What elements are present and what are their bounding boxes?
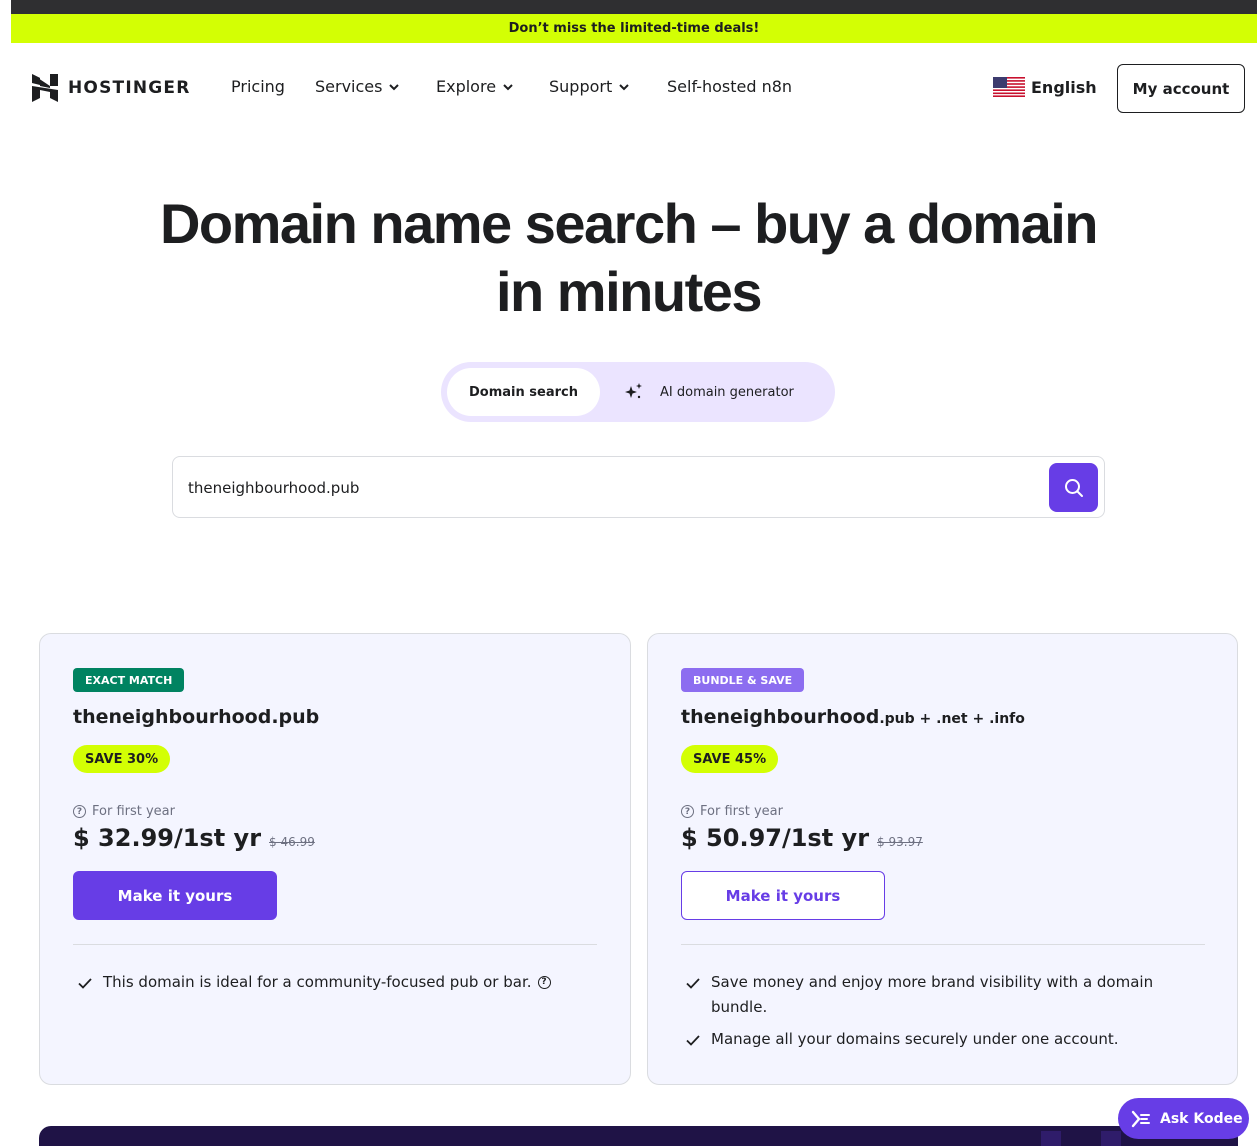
first-year-label: ? For first year [73, 804, 175, 819]
bundle-card: BUNDLE & SAVE theneighbourhood.pub + .ne… [647, 633, 1238, 1085]
kodee-assistant-icon [1131, 1110, 1150, 1127]
help-icon[interactable]: ? [537, 976, 551, 989]
nav-item-explore[interactable]: Explore [436, 77, 549, 96]
feature-text: Save money and enjoy more brand visibili… [711, 970, 1153, 1020]
check-icon [686, 1035, 700, 1046]
feature-item: This domain is ideal for a community-foc… [77, 970, 551, 995]
make-it-yours-button[interactable]: Make it yours [681, 871, 885, 920]
nav-item-label: Services [315, 77, 383, 96]
search-button[interactable] [1049, 463, 1098, 512]
page-title-line-2: in minutes [495, 260, 763, 323]
domain-name-text: theneighbourhood [681, 706, 880, 728]
first-year-text: For first year [700, 804, 783, 819]
exact-match-badge: EXACT MATCH [73, 668, 185, 692]
current-price: $ 50.97/1st yr [681, 824, 870, 852]
tab-ai-domain-generator[interactable]: AI domain generator [624, 368, 794, 416]
domain-name: theneighbourhood.pub [73, 706, 319, 728]
divider [681, 944, 1205, 945]
search-mode-toggle: Domain search AI domain generator [441, 362, 835, 422]
chevron-down-icon [389, 83, 400, 90]
sparkle-icon [625, 383, 642, 399]
hostinger-logo[interactable]: HOSTINGER [32, 74, 191, 102]
feature-item: Manage all your domains securely under o… [685, 1027, 1118, 1052]
tab-ai-label: AI domain generator [660, 384, 794, 400]
help-icon[interactable]: ? [681, 805, 694, 818]
nav-item-label: Pricing [231, 77, 285, 96]
hostinger-logo-icon [32, 74, 58, 102]
nav-item-label: Explore [436, 77, 497, 96]
feature-text: Manage all your domains securely under o… [711, 1030, 1119, 1048]
original-price: $ 93.97 [877, 835, 923, 849]
nav-item-pricing[interactable]: Pricing [231, 77, 315, 96]
page-title-line-1: Domain name search – buy a domain [159, 192, 1099, 255]
brand-name: HOSTINGER [68, 78, 191, 98]
make-it-yours-button[interactable]: Make it yours [73, 871, 277, 920]
bottom-section-banner [39, 1126, 1238, 1146]
us-flag-icon [993, 77, 1025, 97]
chevron-down-icon [503, 83, 513, 90]
ask-kodee-button[interactable]: Ask Kodee [1118, 1098, 1249, 1139]
promo-banner[interactable]: Don’t miss the limited-time deals! [11, 14, 1257, 43]
feature-text-line-1: Save money and enjoy more brand visibili… [711, 973, 1154, 991]
language-label: English [1031, 77, 1097, 97]
current-price: $ 32.99/1st yr [73, 824, 262, 852]
first-year-label: ? For first year [681, 804, 783, 819]
nav-item-self-hosted-n8n[interactable]: Self-hosted n8n [667, 77, 792, 96]
nav-item-label: Self-hosted n8n [667, 77, 793, 96]
domain-search-box [172, 456, 1105, 518]
feature-text-line-2: bundle. [711, 998, 768, 1016]
first-year-text: For first year [92, 804, 175, 819]
top-navigation: HOSTINGER Pricing Services Explore Suppo… [0, 43, 1257, 133]
language-selector[interactable]: English [993, 77, 1097, 97]
domain-name: theneighbourhood.pub + .net + .info [681, 706, 1025, 728]
tab-domain-search[interactable]: Domain search [447, 368, 600, 416]
promo-text: Don’t miss the limited-time deals! [508, 21, 760, 36]
domain-name-text: theneighbourhood.pub [73, 706, 320, 728]
nav-item-support[interactable]: Support [549, 77, 667, 96]
my-account-button[interactable]: My account [1117, 64, 1245, 113]
domain-search-input[interactable] [188, 471, 1028, 505]
feature-item: Save money and enjoy more brand visibili… [685, 970, 1153, 1020]
price: $ 32.99/1st yr $ 46.99 [73, 824, 315, 852]
help-icon[interactable]: ? [73, 805, 86, 818]
nav-item-services[interactable]: Services [315, 77, 436, 96]
price: $ 50.97/1st yr $ 93.97 [681, 824, 923, 852]
feature-text: This domain is ideal for a community-foc… [103, 973, 532, 991]
bundle-tlds: .pub + .net + .info [879, 711, 1025, 727]
chevron-down-icon [619, 83, 629, 90]
check-icon [78, 978, 92, 989]
exact-match-card: EXACT MATCH theneighbourhood.pub SAVE 30… [39, 633, 631, 1085]
main-menu: Pricing Services Explore Support Self-ho… [231, 77, 792, 96]
check-icon [686, 978, 700, 989]
save-badge: SAVE 45% [681, 745, 779, 773]
nav-item-label: Support [549, 77, 613, 96]
browser-top-strip [0, 0, 1257, 14]
search-icon [1064, 478, 1083, 497]
divider [73, 944, 597, 945]
bundle-badge: BUNDLE & SAVE [681, 668, 805, 692]
save-badge: SAVE 30% [73, 745, 171, 773]
page-title: Domain name search – buy a domain in min… [0, 190, 1257, 326]
ask-kodee-label: Ask Kodee [1160, 1110, 1243, 1127]
original-price: $ 46.99 [269, 835, 315, 849]
